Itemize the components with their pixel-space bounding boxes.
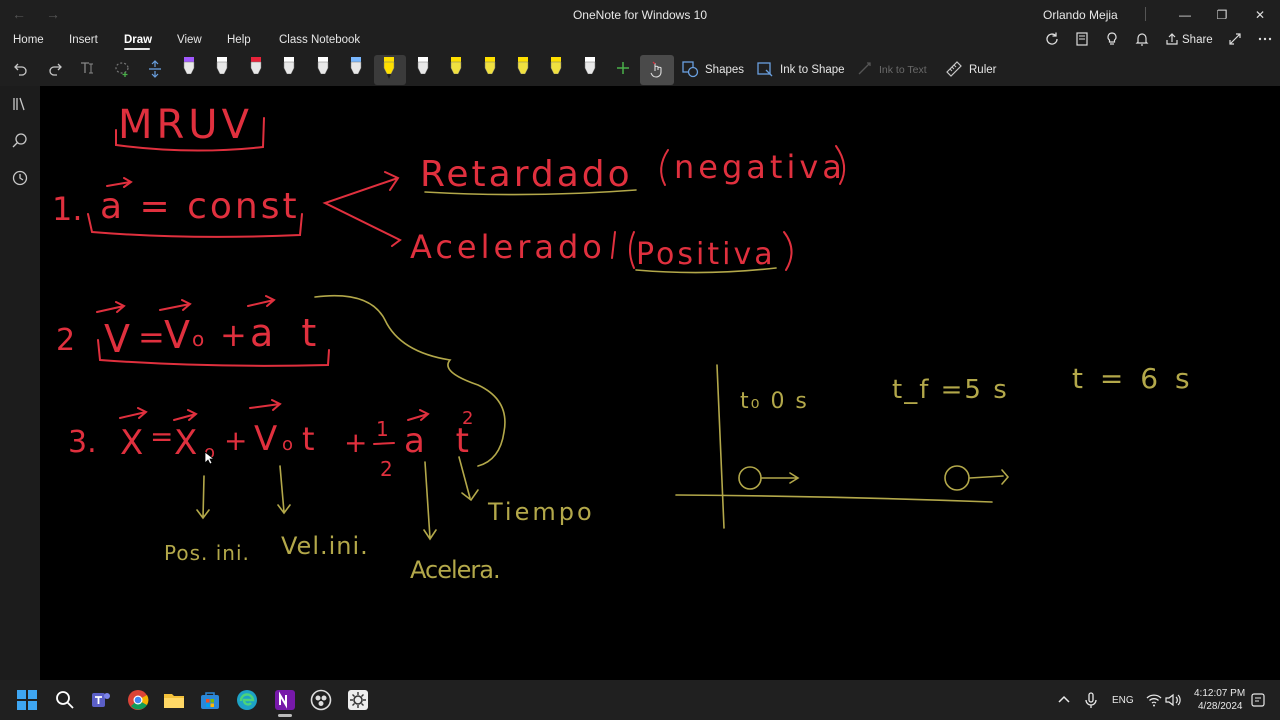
pen-13[interactable] (582, 56, 598, 80)
file-explorer-icon[interactable] (163, 689, 185, 711)
user-name[interactable]: Orlando Mejia (1043, 8, 1118, 22)
teams-icon[interactable] (90, 689, 112, 711)
search-taskbar-icon[interactable] (54, 689, 76, 711)
minimize-button[interactable]: — (1170, 4, 1200, 26)
add-pen-icon[interactable] (613, 60, 633, 80)
pen-3[interactable] (248, 56, 264, 80)
lightbulb-icon[interactable] (1102, 31, 1122, 51)
shapes-button[interactable]: Shapes (705, 64, 744, 76)
pen-11[interactable] (515, 56, 531, 80)
mouse-cursor-icon (204, 451, 214, 465)
pen-7[interactable] (381, 56, 397, 80)
ruler-icon[interactable] (944, 60, 964, 80)
pen-4[interactable] (281, 56, 297, 80)
redo-icon[interactable] (45, 60, 65, 80)
ink-to-text-button: Ink to Text (879, 64, 927, 76)
close-button[interactable]: ✕ (1245, 4, 1275, 26)
language-indicator[interactable]: ENG (1112, 695, 1134, 706)
windows-start-icon[interactable] (16, 689, 38, 711)
pen-12[interactable] (548, 56, 564, 80)
onenote-icon[interactable] (274, 689, 296, 711)
pen-2[interactable] (214, 56, 230, 80)
chrome-icon[interactable] (127, 689, 149, 711)
pen-6[interactable] (348, 56, 364, 80)
expand-icon[interactable] (1225, 31, 1245, 51)
clock-time[interactable]: 4:12:07 PM (1194, 688, 1245, 699)
share-button[interactable]: Share (1182, 34, 1213, 46)
share-icon[interactable] (1162, 31, 1182, 51)
clock-date[interactable]: 4/28/2024 (1198, 701, 1243, 712)
pen-5[interactable] (315, 56, 331, 80)
note-canvas[interactable] (40, 86, 1280, 680)
maximize-button[interactable]: ❐ (1207, 4, 1237, 26)
undo-icon[interactable] (11, 60, 31, 80)
lasso-select-icon[interactable] (112, 60, 132, 80)
volume-icon[interactable] (1164, 691, 1182, 709)
ink-to-shape-icon[interactable] (755, 60, 775, 80)
tab-insert[interactable]: Insert (69, 34, 98, 46)
title-separator (1145, 7, 1146, 21)
pen-8[interactable] (415, 56, 431, 80)
sync-icon[interactable] (1042, 31, 1062, 51)
more-options-icon[interactable] (1255, 31, 1275, 51)
notebooks-library-icon[interactable] (10, 95, 30, 115)
shapes-icon[interactable] (680, 60, 700, 80)
search-icon[interactable] (10, 132, 30, 152)
microphone-icon[interactable] (1082, 691, 1100, 709)
ruler-button[interactable]: Ruler (969, 64, 996, 76)
touch-draw-icon[interactable] (647, 60, 667, 80)
pen-9[interactable] (448, 56, 464, 80)
type-text-icon[interactable] (78, 60, 98, 80)
notebooks-icon[interactable] (1072, 31, 1092, 51)
title-bar: ← → OneNote for Windows 10 Orlando Mejia… (0, 0, 1280, 30)
notification-icon[interactable] (1251, 693, 1265, 707)
tab-class-notebook[interactable]: Class Notebook (279, 34, 360, 46)
ink-to-shape-button[interactable]: Ink to Shape (780, 64, 845, 76)
add-space-icon[interactable] (145, 60, 165, 80)
pen-10[interactable] (482, 56, 498, 80)
active-tab-indicator (124, 48, 150, 50)
wifi-icon[interactable] (1145, 691, 1163, 709)
tab-help[interactable]: Help (227, 34, 251, 46)
bell-icon[interactable] (1132, 31, 1152, 51)
store-icon[interactable] (199, 689, 221, 711)
active-app-indicator (278, 714, 292, 717)
tab-draw[interactable]: Draw (124, 34, 152, 46)
tab-view[interactable]: View (177, 34, 202, 46)
ink-to-text-icon (855, 60, 875, 80)
pen-1[interactable] (181, 56, 197, 80)
edge-icon[interactable] (236, 689, 258, 711)
obs-icon[interactable] (310, 689, 332, 711)
settings-gear-icon[interactable] (347, 689, 369, 711)
recent-clock-icon[interactable] (10, 169, 30, 189)
tab-home[interactable]: Home (13, 34, 44, 46)
chevron-up-icon[interactable] (1055, 691, 1073, 709)
